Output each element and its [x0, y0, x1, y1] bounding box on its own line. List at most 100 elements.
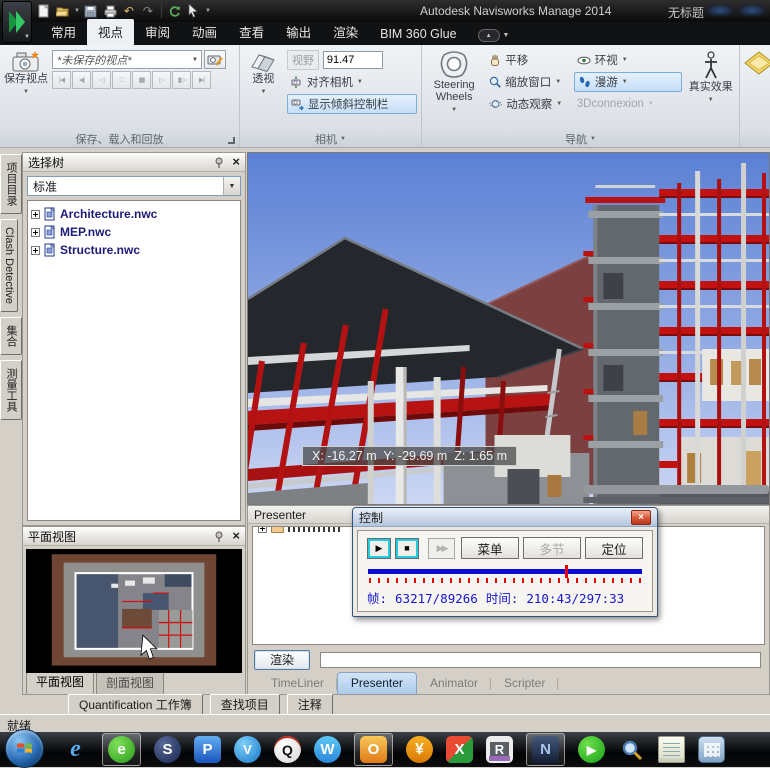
sidetab-clash-detective[interactable]: Clash Detective: [0, 219, 18, 313]
steering-wheels-button[interactable]: Steering Wheels ▼: [426, 48, 482, 130]
tab-home[interactable]: 常用: [40, 19, 87, 45]
control-play-button[interactable]: ▶: [367, 537, 391, 559]
expand-plus-icon[interactable]: [31, 227, 40, 237]
tab-review[interactable]: 审阅: [134, 19, 181, 45]
timeline-position-marker[interactable]: [565, 564, 569, 578]
zoom-window-button[interactable]: 缩放窗口 ▼: [486, 72, 569, 92]
tab-comments[interactable]: 注释: [286, 693, 333, 716]
tab-output[interactable]: 输出: [275, 19, 322, 45]
open-dropdown-icon[interactable]: ▼: [74, 8, 80, 14]
playback-pause-button[interactable]: ▮▮: [132, 71, 151, 89]
viewpoint-combo[interactable]: *未保存的视点* ▼: [52, 50, 202, 69]
select-cursor-icon[interactable]: [186, 3, 202, 20]
control-dialog-close-button[interactable]: ×: [631, 509, 651, 525]
plan-view-close-icon[interactable]: ×: [232, 529, 240, 542]
control-stop-button[interactable]: ■: [395, 537, 419, 559]
render-button[interactable]: 渲染: [254, 649, 310, 670]
pin-icon[interactable]: [214, 157, 225, 168]
playback-play-back-button[interactable]: ◁: [92, 71, 111, 89]
taskbar-pps[interactable]: P: [194, 736, 221, 763]
redo-icon[interactable]: ↷: [140, 3, 156, 20]
taskbar-360-browser-active[interactable]: e: [102, 733, 141, 766]
save-icon[interactable]: [83, 3, 99, 20]
tab-view[interactable]: 查看: [228, 19, 275, 45]
dialog-launcher-icon[interactable]: [228, 137, 235, 144]
presenter-tree-item-clipped[interactable]: [258, 527, 340, 536]
show-tilt-bar-button[interactable]: 显示倾斜控制栏: [286, 94, 417, 114]
lighting-partial-button[interactable]: [744, 48, 770, 130]
timeline-bar[interactable]: [368, 568, 642, 574]
taskbar-search-tool[interactable]: [618, 736, 645, 763]
tree-item-structure[interactable]: Structure.nwc: [31, 241, 237, 259]
3d-viewport[interactable]: X: -16.27 m Y: -29.69 m Z: 1.65 m: [247, 152, 770, 505]
orbit-button[interactable]: 动态观察 ▼: [486, 94, 569, 114]
playback-stop-button[interactable]: □: [112, 71, 131, 89]
taskbar-r-app[interactable]: R: [486, 736, 513, 763]
align-camera-button[interactable]: 对齐相机 ▼: [287, 72, 417, 92]
tab-scripter[interactable]: Scripter: [491, 673, 559, 694]
tab-presenter[interactable]: Presenter: [336, 672, 417, 694]
expand-plus-icon[interactable]: [31, 245, 40, 255]
tree-item-mep[interactable]: MEP.nwc: [31, 223, 237, 241]
control-locate-button[interactable]: 定位: [585, 537, 643, 559]
tab-viewpoint[interactable]: 视点: [87, 19, 135, 45]
edit-viewpoint-button[interactable]: [204, 50, 226, 69]
tab-section-view[interactable]: 剖面视图: [96, 671, 165, 694]
tab-find-items[interactable]: 查找项目: [209, 693, 280, 716]
tab-plan-view[interactable]: 平面视图: [26, 670, 95, 694]
look-around-button[interactable]: 环视 ▼: [574, 50, 683, 70]
tab-animator[interactable]: Animator: [417, 673, 491, 694]
application-menu-button[interactable]: ▼: [2, 1, 32, 43]
control-timeline-slider[interactable]: [368, 564, 642, 584]
taskbar-media[interactable]: X: [446, 736, 473, 763]
refresh-icon[interactable]: [167, 3, 183, 20]
tab-bim360glue[interactable]: BIM 360 Glue: [369, 24, 467, 45]
sidetab-sets[interactable]: 集合: [0, 317, 22, 356]
playback-end-button[interactable]: ▶|: [192, 71, 211, 89]
pin-icon[interactable]: [214, 531, 225, 542]
sidetab-project-catalog[interactable]: 项目目录: [0, 154, 22, 214]
perspective-button[interactable]: 透视 ▼: [244, 48, 283, 130]
plan-view-thumbnail[interactable]: [26, 549, 242, 673]
taskbar-calculator[interactable]: [698, 736, 725, 763]
taskbar-ie[interactable]: e: [62, 736, 89, 763]
sidetab-measure-tools[interactable]: 测量工具: [0, 360, 22, 421]
undo-icon[interactable]: ↶: [121, 3, 137, 20]
taskbar-outlook-active[interactable]: O: [354, 733, 393, 766]
control-menu-button[interactable]: 菜单: [461, 537, 519, 559]
tab-render[interactable]: 渲染: [322, 19, 369, 45]
expand-plus-icon[interactable]: [31, 209, 40, 219]
print-icon[interactable]: [102, 3, 118, 20]
cursor-dropdown-icon[interactable]: ▼: [205, 8, 211, 14]
control-dialog[interactable]: 控制 × ▶ ■ ▶▶ 菜单 多节 定位 帧: 63217/89266 时间: …: [352, 507, 658, 617]
group-caption-navigate[interactable]: 导航 ▼: [422, 130, 739, 147]
group-caption-camera[interactable]: 相机 ▼: [240, 130, 421, 147]
playback-play-button[interactable]: ▷: [152, 71, 171, 89]
pan-button[interactable]: 平移: [486, 50, 569, 70]
taskbar-pay[interactable]: ¥: [406, 736, 433, 763]
taskbar-sogou[interactable]: S: [154, 736, 181, 763]
playback-step-back-button[interactable]: ◀|: [72, 71, 91, 89]
fov-input[interactable]: [322, 51, 383, 69]
walk-button[interactable]: 漫游 ▼: [573, 72, 683, 92]
tab-timeliner[interactable]: TimeLiner: [258, 673, 337, 694]
expand-plus-icon[interactable]: [258, 527, 267, 533]
taskbar-qq[interactable]: Q: [274, 736, 301, 763]
new-file-icon[interactable]: [36, 3, 52, 20]
playback-rewind-button[interactable]: |◀: [52, 71, 71, 89]
playback-step-forward-button[interactable]: ▮▷: [172, 71, 191, 89]
ribbon-minimize-toggle[interactable]: ▲ ▼: [477, 29, 509, 42]
taskbar-notepad[interactable]: [658, 736, 685, 763]
taskbar-wangwang[interactable]: W: [314, 736, 341, 763]
selection-tree-scheme-combo[interactable]: 标准 ▼: [27, 176, 241, 196]
start-button[interactable]: [5, 729, 44, 768]
save-viewpoint-button[interactable]: 保存视点 ▼: [4, 48, 48, 130]
open-file-icon[interactable]: [55, 3, 71, 20]
tab-quantification-workbook[interactable]: Quantification 工作簿: [68, 693, 203, 716]
selection-tree-close-icon[interactable]: ×: [232, 155, 240, 168]
taskbar-navisworks-active[interactable]: N: [526, 733, 565, 766]
tab-animation[interactable]: 动画: [181, 19, 228, 45]
taskbar-kankan[interactable]: ▶: [578, 736, 605, 763]
taskbar-qq-player[interactable]: V: [234, 736, 261, 763]
tree-item-architecture[interactable]: Architecture.nwc: [31, 205, 237, 223]
